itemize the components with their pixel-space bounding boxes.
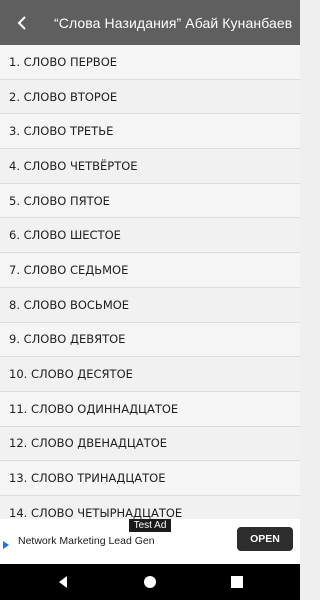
list-item[interactable]: 7. СЛОВО СЕДЬМОЕ <box>0 253 300 288</box>
list-item-label: 2. СЛОВО ВТОРОЕ <box>9 89 118 104</box>
page-title: “Слова Назидания” Абай Кунанбаев <box>54 14 293 31</box>
list-item-label: 9. СЛОВО ДЕВЯТОЕ <box>9 332 126 347</box>
play-triangle-icon <box>3 541 9 549</box>
list-item[interactable]: 5. СЛОВО ПЯТОЕ <box>0 183 300 219</box>
ad-text[interactable]: Network Marketing Lead Gen <box>18 535 155 547</box>
list-item-label: 4. СЛОВО ЧЕТВЁРТОЕ <box>9 158 138 173</box>
list-item[interactable]: 2. СЛОВО ВТОРОЕ <box>0 79 300 115</box>
back-button[interactable] <box>0 0 44 45</box>
list-item[interactable]: 9. СЛОВО ДЕВЯТОЕ <box>0 322 300 358</box>
list-item[interactable]: 8. СЛОВО ВОСЬМОЕ <box>0 287 300 323</box>
app-bar: “Слова Назидания” Абай Кунанбаев <box>0 0 300 45</box>
chapter-list: 1. СЛОВО ПЕРВОЕ 2. СЛОВО ВТОРОЕ 3. СЛОВО Т… <box>0 45 300 519</box>
list-item[interactable]: 13. СЛОВО ТРИНАДЦАТОЕ <box>0 461 300 496</box>
list-item[interactable]: 1. СЛОВО ПЕРВОЕ <box>0 45 300 80</box>
list-item[interactable]: 10. СЛОВО ДЕСЯТОЕ <box>0 357 300 392</box>
list-item[interactable]: 3. СЛОВО ТРЕТЬЕ <box>0 114 300 150</box>
list-item-label: 12. СЛОВО ДВЕНАДЦАТОЕ <box>9 436 168 451</box>
list-item[interactable]: 4. СЛОВО ЧЕТВЁРТОЕ <box>0 149 300 184</box>
list-item[interactable]: 6. СЛОВО ШЕСТОЕ <box>0 218 300 254</box>
list-item-label: 7. СЛОВО СЕДЬМОЕ <box>9 262 129 277</box>
list-item-label: 11. СЛОВО ОДИННАДЦАТОЕ <box>9 401 179 416</box>
recents-square-icon[interactable] <box>230 575 244 589</box>
list-item-label: 1. СЛОВО ПЕРВОЕ <box>9 54 118 69</box>
system-nav-bar <box>0 564 300 600</box>
list-item-label: 6. СЛОВО ШЕСТОЕ <box>9 228 121 243</box>
ad-banner[interactable]: Test Ad Network Marketing Lead Gen OPEN <box>0 519 300 564</box>
list-item-label: 13. СЛОВО ТРИНАДЦАТОЕ <box>9 471 166 486</box>
list-item[interactable]: 11. СЛОВО ОДИННАДЦАТОЕ <box>0 391 300 427</box>
list-item-label: 10. СЛОВО ДЕСЯТОЕ <box>9 367 133 382</box>
ad-label: Test Ad <box>129 519 171 532</box>
list-item-label: 8. СЛОВО ВОСЬМОЕ <box>9 297 130 312</box>
list-item[interactable]: 12. СЛОВО ДВЕНАДЦАТОЕ <box>0 426 300 462</box>
list-item-label: 5. СЛОВО ПЯТОЕ <box>9 193 110 208</box>
back-triangle-icon[interactable] <box>56 575 70 589</box>
list-item-label: 3. СЛОВО ТРЕТЬЕ <box>9 124 114 139</box>
home-circle-icon[interactable] <box>143 575 157 589</box>
ad-open-button[interactable]: OPEN <box>237 527 293 551</box>
list-item[interactable]: 14. СЛОВО ЧЕТЫРНАДЦАТОЕ <box>0 495 300 519</box>
arrow-left-icon <box>17 15 26 30</box>
list-item-label: 14. СЛОВО ЧЕТЫРНАДЦАТОЕ <box>9 505 183 519</box>
